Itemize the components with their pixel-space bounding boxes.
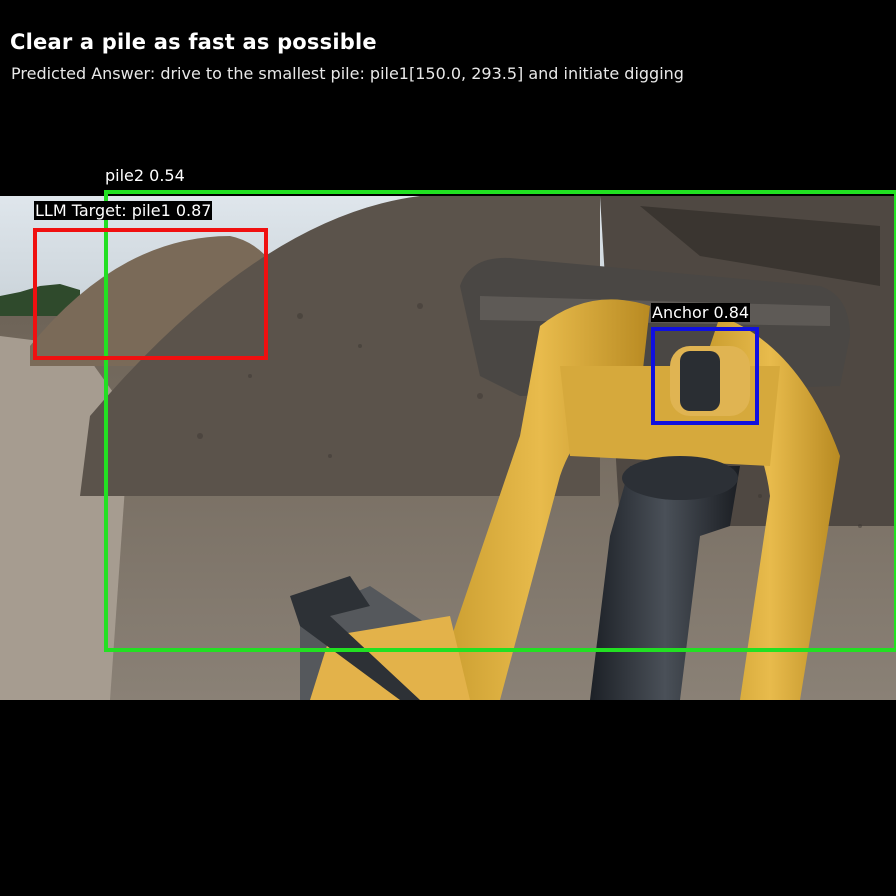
pile2-label: pile2 0.54 <box>105 166 185 185</box>
llm-target-label: LLM Target: pile1 0.87 <box>34 201 213 220</box>
anchor-label: Anchor 0.84 <box>651 303 751 322</box>
anchor-bounding-box <box>651 327 759 425</box>
predicted-answer: Predicted Answer: drive to the smallest … <box>11 64 684 83</box>
llm-target-bounding-box <box>33 228 268 360</box>
task-title: Clear a pile as fast as possible <box>10 30 377 54</box>
